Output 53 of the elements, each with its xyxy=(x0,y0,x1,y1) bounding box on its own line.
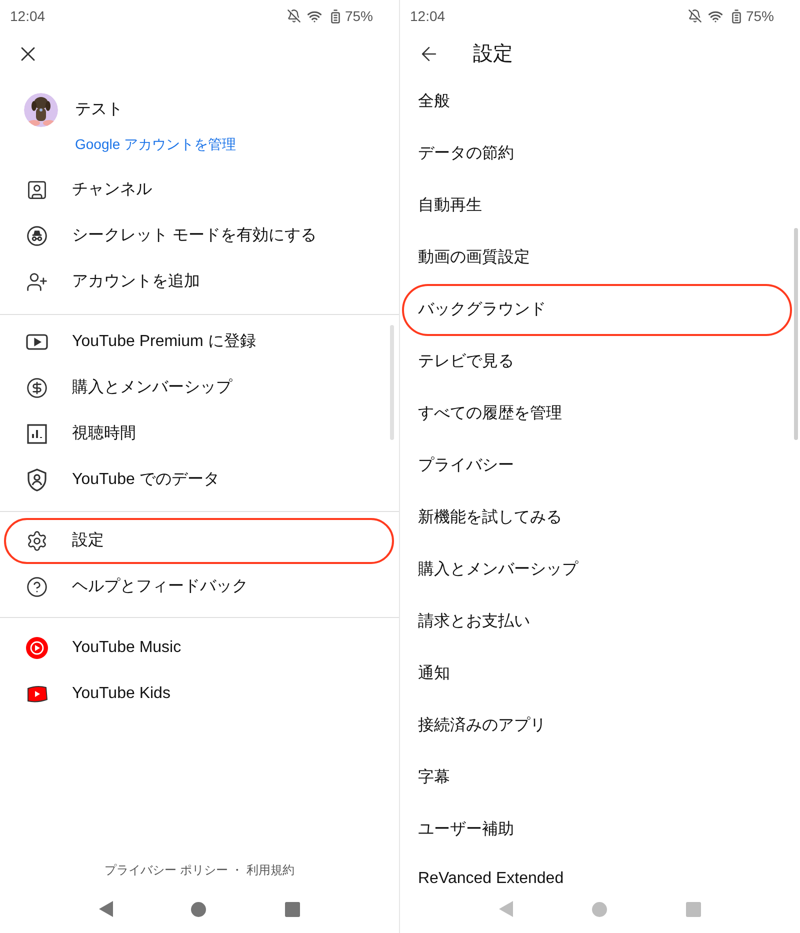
settings-item[interactable]: 動画の画質設定 xyxy=(402,232,792,284)
settings-item[interactable]: 全般 xyxy=(402,76,792,128)
kids-logo-icon xyxy=(26,685,48,703)
settings-item[interactable]: 字幕 xyxy=(402,752,792,804)
settings-item[interactable]: データの節約 xyxy=(402,128,792,180)
settings-item[interactable]: 新機能を試してみる xyxy=(402,492,792,544)
clock: 12:04 xyxy=(10,6,46,26)
menu-item[interactable]: 設定 xyxy=(4,518,394,564)
mute-icon xyxy=(286,9,301,23)
clock: 12:04 xyxy=(410,6,446,26)
settings-item[interactable]: すべての履歴を管理 xyxy=(402,388,792,440)
menu-item[interactable]: YouTube Kids xyxy=(4,671,394,717)
settings-item[interactable]: 通知 xyxy=(402,648,792,700)
menu-item[interactable]: アカウントを追加 xyxy=(4,259,394,305)
incognito-icon xyxy=(26,224,48,248)
wifi-icon xyxy=(708,8,723,24)
play-icon xyxy=(26,333,48,351)
mute-icon xyxy=(688,9,702,23)
home-icon[interactable] xyxy=(191,902,206,916)
menu-item[interactable]: シークレット モードを有効にする xyxy=(4,213,394,259)
manage-account-link[interactable]: Google アカウントを管理 xyxy=(75,134,236,154)
settings-icon xyxy=(26,530,48,552)
add-person-icon xyxy=(26,271,48,293)
menu-item[interactable]: 購入とメンバーシップ xyxy=(4,365,394,411)
settings-item[interactable]: 購入とメンバーシップ xyxy=(402,544,792,596)
shield-person-icon xyxy=(26,468,48,492)
settings-item[interactable]: テレビで見る xyxy=(402,336,792,388)
recents-icon[interactable] xyxy=(284,902,300,916)
settings-item[interactable]: バックグラウンド xyxy=(402,284,792,336)
person-square-icon xyxy=(26,179,48,201)
settings-item[interactable]: プライバシー xyxy=(402,440,792,492)
battery-percent: 75% xyxy=(344,6,373,26)
menu-item[interactable]: チャンネル xyxy=(4,167,394,213)
menu-item[interactable]: YouTube Music xyxy=(4,625,394,671)
menu-item[interactable]: YouTube Premium に登録 xyxy=(4,319,394,365)
account-name: テスト xyxy=(75,100,123,120)
settings-item[interactable]: ユーザー補助 xyxy=(402,804,792,856)
page-title: 設定 xyxy=(473,42,513,67)
battery-percent: 75% xyxy=(746,6,774,26)
wifi-icon xyxy=(306,8,322,24)
back-icon[interactable] xyxy=(99,901,114,917)
help-icon xyxy=(26,576,48,598)
menu-item[interactable]: YouTube でのデータ xyxy=(4,457,394,503)
menu-item[interactable]: 視聴時間 xyxy=(4,411,394,457)
footer-links[interactable]: プライバシー ポリシー ・ 利用規約 xyxy=(104,861,294,879)
dollar-icon xyxy=(26,377,48,399)
music-logo-icon xyxy=(26,637,48,659)
bar-chart-icon xyxy=(27,424,47,444)
settings-item[interactable]: ReVanced Extended xyxy=(402,856,792,885)
settings-item[interactable]: 自動再生 xyxy=(402,180,792,232)
menu-item[interactable]: ヘルプとフィードバック xyxy=(4,564,394,610)
settings-item[interactable]: 接続済みのアプリ xyxy=(402,700,792,752)
settings-item[interactable]: 請求とお支払い xyxy=(402,596,792,648)
